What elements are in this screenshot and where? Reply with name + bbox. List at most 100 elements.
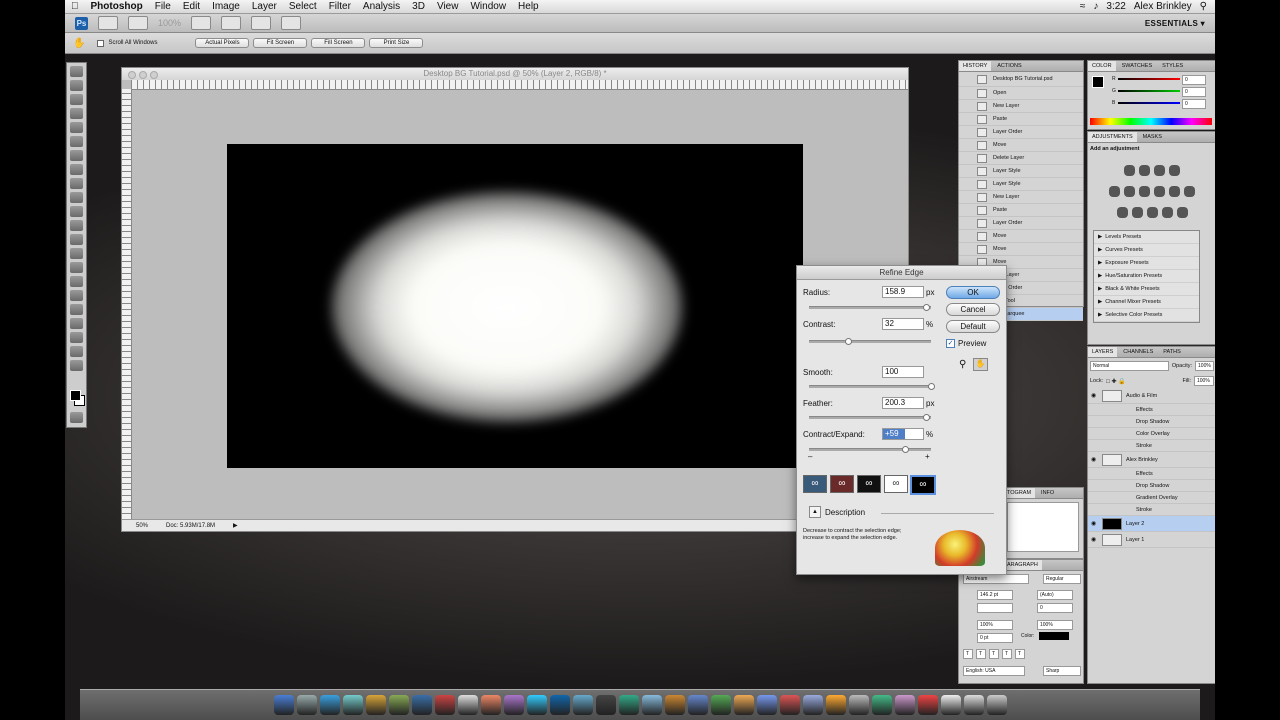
hand-tool-panel-icon[interactable] <box>70 346 83 357</box>
clone-stamp-tool-icon[interactable] <box>70 178 83 189</box>
history-item[interactable]: Move <box>959 139 1083 152</box>
launchpad-icon[interactable] <box>296 695 317 715</box>
blue-slider[interactable] <box>1118 102 1180 104</box>
dodge-tool-icon[interactable] <box>70 248 83 259</box>
layer-effect-row[interactable]: Drop Shadow <box>1088 480 1216 492</box>
finder-icon[interactable] <box>273 695 294 715</box>
xcode-icon[interactable] <box>802 695 823 715</box>
print-size-button[interactable]: Print Size <box>369 38 424 48</box>
faux-bold-button[interactable]: T <box>963 649 973 659</box>
fit-screen-button[interactable]: Fit Screen <box>253 38 308 48</box>
fill-field[interactable]: 100% <box>1194 376 1214 386</box>
zoom-icon[interactable]: ⚲ <box>959 359 966 370</box>
layer-effect-row[interactable]: Drop Shadow <box>1088 416 1216 428</box>
tab-history[interactable]: HISTORY <box>959 61 992 71</box>
gradient-tool-icon[interactable] <box>70 220 83 231</box>
green-slider[interactable] <box>1118 90 1180 92</box>
history-snapshot[interactable]: Desktop BG Tutorial.psd <box>959 72 1083 87</box>
screen-mode-button[interactable] <box>281 16 302 30</box>
horizontal-ruler[interactable] <box>131 80 908 90</box>
feather-slider[interactable] <box>809 414 931 421</box>
red-value[interactable]: 0 <box>1182 75 1206 85</box>
crop-tool-icon[interactable] <box>70 122 83 133</box>
compressor-icon[interactable] <box>756 695 777 715</box>
chrome-icon[interactable] <box>894 695 915 715</box>
layer-row[interactable]: ◉ Layer 2 <box>1088 516 1216 532</box>
hue-saturation-icon[interactable] <box>1124 186 1135 197</box>
eyedropper-tool-icon[interactable] <box>70 136 83 147</box>
adjustment-preset-item[interactable]: ▶ Hue/Saturation Presets <box>1094 270 1199 283</box>
threshold-icon[interactable] <box>1146 207 1158 218</box>
adjustment-preset-item[interactable]: ▶ Curves Presets <box>1094 244 1199 257</box>
tab-adjustments[interactable]: ADJUSTMENTS <box>1088 132 1137 142</box>
contrast-slider[interactable] <box>809 338 931 345</box>
status-zoom[interactable]: 50% <box>136 523 148 529</box>
facetime-icon[interactable] <box>572 695 593 715</box>
history-item[interactable]: Layer Order <box>959 126 1083 139</box>
messages-icon[interactable] <box>687 695 708 715</box>
radius-slider-knob[interactable] <box>923 304 931 311</box>
refine-edge-title[interactable]: Refine Edge <box>797 266 1006 280</box>
menu-edit[interactable]: Edit <box>177 1 206 12</box>
levels-icon[interactable] <box>1139 165 1150 176</box>
color-fg-swatch[interactable] <box>1092 76 1104 88</box>
app-store-icon[interactable] <box>549 695 570 715</box>
blur-tool-icon[interactable] <box>70 234 83 245</box>
zoom-window-icon[interactable] <box>150 71 158 79</box>
itunes-icon[interactable] <box>457 695 478 715</box>
contrast-input[interactable]: 32 <box>882 318 924 330</box>
adjustment-preset-item[interactable]: ▶ Levels Presets <box>1094 231 1199 244</box>
brightness-contrast-icon[interactable] <box>1124 165 1135 176</box>
marquee-tool-icon[interactable] <box>70 80 83 91</box>
description-toggle-icon[interactable]: ▲ <box>809 506 821 518</box>
smooth-slider[interactable] <box>809 383 935 390</box>
hand-tool-icon[interactable]: ✋ <box>73 38 85 49</box>
color-balance-icon[interactable] <box>1139 186 1150 197</box>
minimize-window-icon[interactable] <box>139 71 147 79</box>
posterize-icon[interactable] <box>1131 207 1143 218</box>
exposure-icon[interactable] <box>1169 165 1180 176</box>
quick-mask-mode-icon[interactable]: ∞ <box>830 475 854 493</box>
spotlight-icon[interactable]: ⚲ <box>1200 1 1207 12</box>
workspace-switcher[interactable]: ESSENTIALS ▾ <box>1145 19 1205 28</box>
history-item[interactable]: Layer Order <box>959 217 1083 230</box>
user-name[interactable]: Alex Brinkley <box>1134 1 1192 12</box>
3d-rotate-tool-icon[interactable] <box>70 318 83 329</box>
font-style-select[interactable]: Regular <box>1043 574 1081 584</box>
aperture-icon[interactable] <box>710 695 731 715</box>
pen-tool-icon[interactable] <box>70 262 83 273</box>
fill-screen-button[interactable]: Fill Screen <box>311 38 366 48</box>
history-brush-tool-icon[interactable] <box>70 192 83 203</box>
tab-masks[interactable]: MASKS <box>1139 134 1166 140</box>
view-extras-button[interactable] <box>128 16 148 30</box>
visibility-eye-icon[interactable]: ◉ <box>1091 520 1096 527</box>
document-image[interactable] <box>227 144 803 468</box>
tracking-field[interactable]: 0 <box>1037 603 1073 613</box>
language-select[interactable]: English: USA <box>963 666 1025 676</box>
tab-color[interactable]: COLOR <box>1088 61 1116 71</box>
skype-icon[interactable] <box>618 695 639 715</box>
ical-icon[interactable] <box>388 695 409 715</box>
history-item[interactable]: Move <box>959 230 1083 243</box>
history-item[interactable]: Layer Style <box>959 178 1083 191</box>
shape-tool-icon[interactable] <box>70 304 83 315</box>
tab-layers[interactable]: LAYERS <box>1088 347 1118 357</box>
vertical-scale-field[interactable]: 100% <box>977 620 1013 630</box>
horizontal-scale-field[interactable]: 100% <box>1037 620 1073 630</box>
document-icon[interactable] <box>940 695 961 715</box>
blend-mode-select[interactable]: Normal <box>1090 361 1169 371</box>
quick-selection-tool-icon[interactable] <box>70 108 83 119</box>
menu-app-name[interactable]: Photoshop <box>85 1 149 12</box>
menu-layer[interactable]: Layer <box>246 1 283 12</box>
terminal-icon[interactable] <box>848 695 869 715</box>
cancel-button[interactable]: Cancel <box>946 303 1000 316</box>
adjustment-preset-item[interactable]: ▶ Selective Color Presets <box>1094 309 1199 322</box>
history-item[interactable]: Layer Style <box>959 165 1083 178</box>
vibrance-icon[interactable] <box>1109 186 1120 197</box>
menu-filter[interactable]: Filter <box>323 1 357 12</box>
foreground-color-swatch[interactable] <box>70 390 81 401</box>
ok-button[interactable]: OK <box>946 286 1000 299</box>
actual-pixels-button[interactable]: Actual Pixels <box>195 38 250 48</box>
path-selection-tool-icon[interactable] <box>70 290 83 301</box>
mask-mode-icon[interactable]: ∞ <box>910 475 936 495</box>
